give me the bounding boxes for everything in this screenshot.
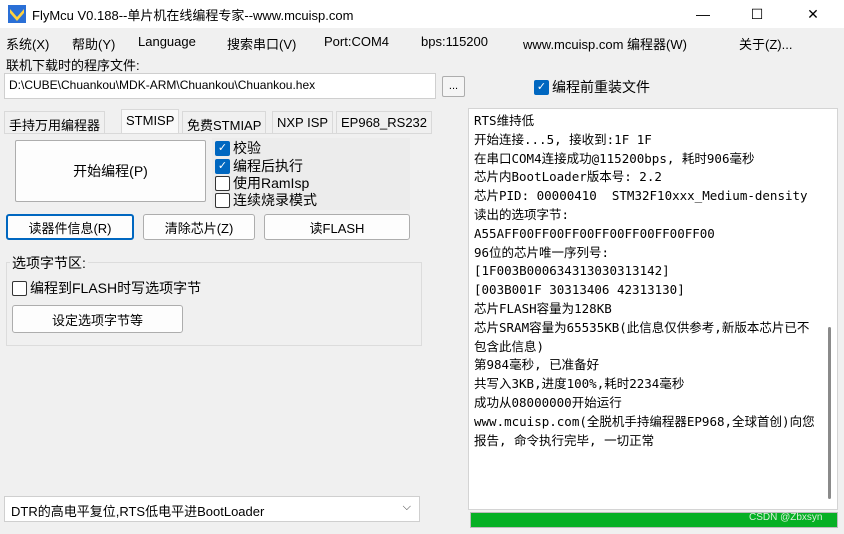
ramisp-checkbox[interactable] — [215, 175, 230, 191]
boot-mode-select[interactable]: DTR的高电平复位,RTS低电平进BootLoader ⌵ — [4, 496, 420, 522]
read-flash-button[interactable]: 读FLASH — [264, 214, 410, 240]
log-line: 读出的选项字节: — [474, 206, 570, 222]
log-line: 成功从08000000开始运行 — [474, 394, 622, 410]
menu-bar: 系统(X) 帮助(Y) Language 搜索串口(V) Port:COM4 b… — [0, 32, 844, 52]
run-after-checkbox[interactable]: ✓ — [215, 158, 230, 174]
option-byte-group — [6, 262, 422, 346]
menu-system[interactable]: 系统(X) — [6, 34, 49, 53]
verify-label: 校验 — [233, 140, 261, 156]
log-line: 芯片FLASH容量为128KB — [474, 300, 612, 316]
menu-help[interactable]: 帮助(Y) — [72, 34, 115, 53]
tab-handheld-programmer[interactable]: 手持万用编程器 — [4, 111, 106, 133]
boot-mode-value: DTR的高电平复位,RTS低电平进BootLoader — [11, 504, 265, 519]
minimize-button[interactable]: — — [680, 0, 726, 28]
tab-free-stmiap[interactable]: 免费STMIAP — [182, 111, 267, 133]
file-label: 联机下载时的程序文件: — [6, 58, 140, 73]
tab-ep968-rs232[interactable]: EP968_RS232 — [336, 111, 433, 133]
continuous-mode-checkbox[interactable] — [215, 192, 230, 208]
option-byte-group-title: 选项字节区: — [10, 253, 88, 273]
title-bar: FlyMcu V0.188--单片机在线编程专家--www.mcuisp.com… — [0, 0, 844, 28]
log-line: 96位的芯片唯一序列号: — [474, 244, 610, 260]
chevron-down-icon[interactable]: ⌵ — [403, 501, 411, 514]
reload-label: 编程前重装文件 — [552, 79, 650, 95]
reload-file-option[interactable]: ✓ 编程前重装文件 — [534, 77, 650, 97]
reload-checkbox[interactable]: ✓ — [534, 79, 549, 95]
write-option-bytes-option[interactable]: 编程到FLASH时写选项字节 — [12, 278, 201, 298]
set-option-bytes-button[interactable]: 设定选项字节等 — [12, 305, 183, 333]
write-option-bytes-label: 编程到FLASH时写选项字节 — [30, 280, 202, 296]
log-text: RTS维持低开始连接...5, 接收到:1F 1F 在串口COM4连接成功@115… — [474, 112, 820, 450]
continuous-mode-label: 连续烧录模式 — [233, 192, 317, 208]
verify-checkbox[interactable]: ✓ — [215, 140, 230, 156]
menu-port[interactable]: Port:COM4 — [324, 34, 389, 49]
erase-chip-button[interactable]: 清除芯片(Z) — [143, 214, 255, 240]
log-output[interactable]: RTS维持低开始连接...5, 接收到:1F 1F 在串口COM4连接成功@115… — [468, 108, 838, 510]
tab-nxp-isp[interactable]: NXP ISP — [272, 111, 334, 133]
log-line: 共写入3KB,进度100%,耗时2234毫秒 — [474, 376, 685, 392]
close-button[interactable]: ✕ — [790, 0, 836, 28]
app-logo-icon — [8, 5, 26, 23]
menu-about[interactable]: 关于(Z)... — [739, 34, 792, 53]
menu-bps[interactable]: bps:115200 — [421, 34, 488, 49]
log-line: RTS维持低 — [474, 113, 535, 128]
log-line: 在串口COM4连接成功@115200bps, 耗时906毫秒 — [474, 150, 755, 166]
continuous-mode-option[interactable]: 连续烧录模式 — [215, 191, 317, 209]
log-line: 芯片SRAM容量为65535KB(此信息仅供参考,新版本芯片已不包含此信息) — [474, 319, 810, 354]
log-line: 第984毫秒, 已准备好 — [474, 357, 600, 373]
maximize-button[interactable]: ☐ — [734, 0, 780, 28]
file-path-field[interactable]: D:\CUBE\Chuankou\MDK-ARM\Chuankou\Chuank… — [4, 73, 436, 99]
browse-button[interactable]: ... — [442, 76, 465, 97]
log-line: [003B001F 30313406 42313130] — [474, 282, 685, 298]
log-line: A55AFF00FF00FF00FF00FF00FF00FF00 — [474, 225, 715, 241]
start-programming-button[interactable]: 开始编程(P) — [15, 140, 206, 202]
menu-language[interactable]: Language — [138, 34, 196, 49]
log-line: 开始连接...5, 接收到:1F 1F — [474, 131, 652, 147]
log-line: [1F003B000634313030313142] — [474, 263, 670, 279]
log-scrollbar[interactable] — [828, 327, 831, 499]
verify-option[interactable]: ✓ 校验 — [215, 139, 261, 157]
log-line: 芯片PID: 00000410 STM32F10xxx_Medium-densi… — [474, 188, 808, 204]
log-line: www.mcuisp.com(全脱机手持编程器EP968,全球首创)向您报告, … — [474, 413, 815, 448]
window-title: FlyMcu V0.188--单片机在线编程专家--www.mcuisp.com — [32, 8, 354, 23]
tab-stmisp[interactable]: STMISP — [121, 109, 180, 133]
menu-search-port[interactable]: 搜索串口(V) — [227, 34, 296, 53]
log-line: 芯片内BootLoader版本号: 2.2 — [474, 169, 662, 185]
watermark: CSDN @Zbxsyn — [749, 512, 823, 523]
write-option-bytes-checkbox[interactable] — [12, 280, 27, 296]
read-device-info-button[interactable]: 读器件信息(R) — [6, 214, 134, 240]
menu-programmer[interactable]: www.mcuisp.com 编程器(W) — [523, 34, 687, 53]
